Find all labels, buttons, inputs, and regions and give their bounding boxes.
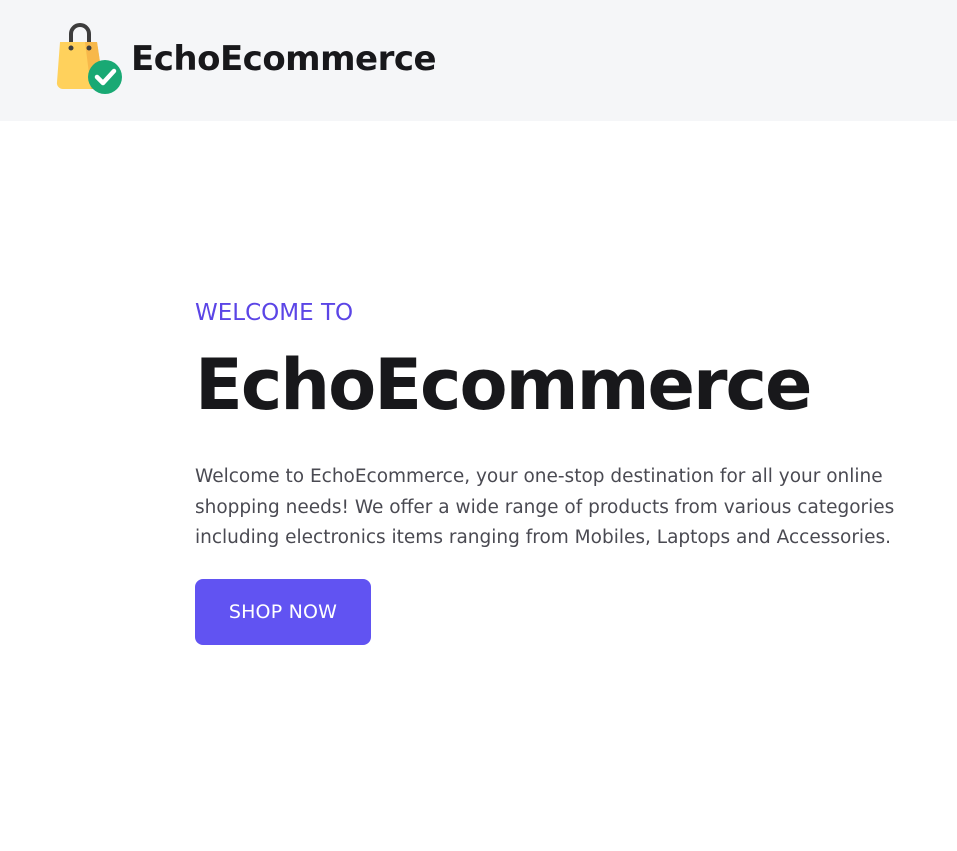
hero-description: Welcome to EchoEcommerce, your one-stop … — [195, 466, 895, 548]
shopping-bag-check-icon — [55, 22, 125, 96]
shop-now-button[interactable]: SHOP NOW — [195, 578, 371, 645]
hero-title: EchoEcommerce — [195, 344, 812, 426]
site-header: EchoEcommerce — [0, 0, 957, 121]
hero-eyebrow: WELCOME TO — [195, 300, 354, 326]
brand-name: EchoEcommerce — [131, 39, 437, 79]
brand-link[interactable]: EchoEcommerce — [55, 22, 437, 96]
hero-section: WELCOME TO EchoEcommerce Welcome to Echo… — [195, 296, 915, 645]
